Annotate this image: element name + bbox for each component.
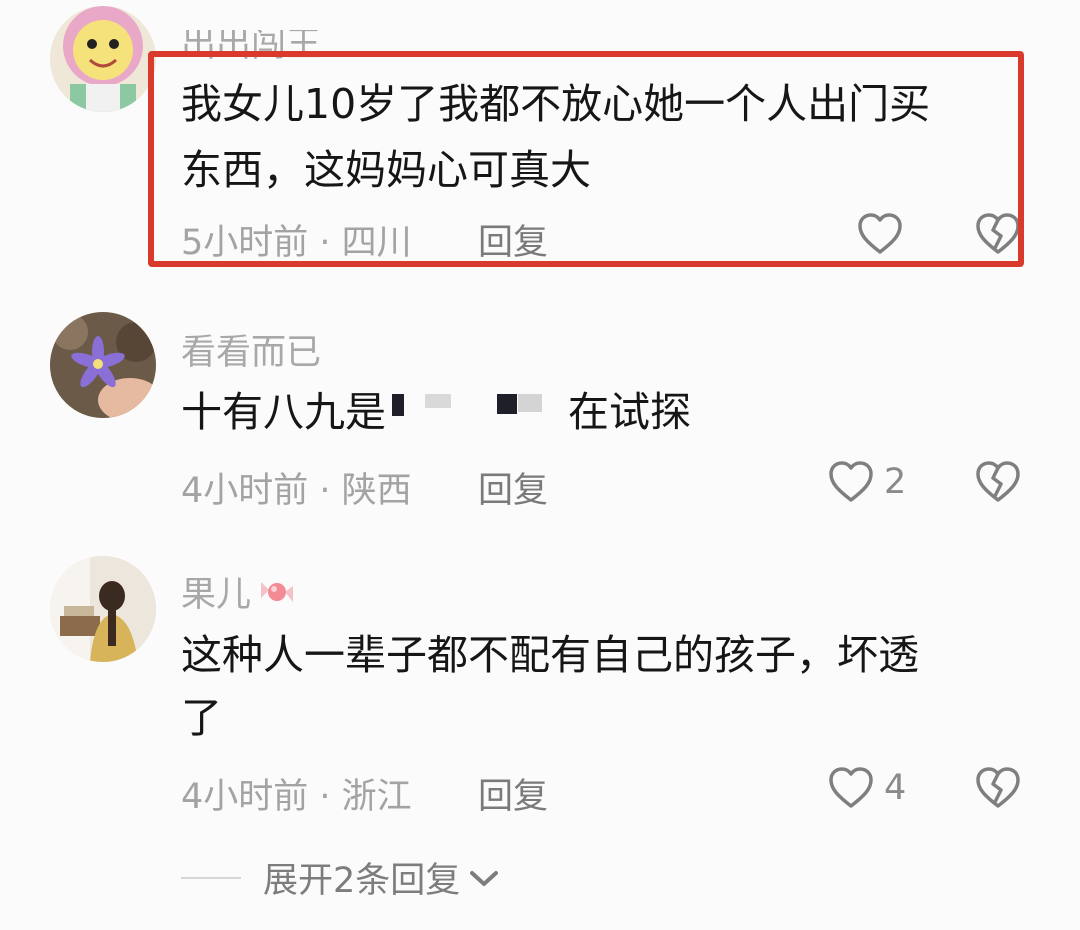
reply-button[interactable]: 回复 xyxy=(478,768,548,819)
redaction-mark xyxy=(518,394,542,412)
comment-item: 果儿 这种人一辈子都不配有自己的孩子，坏透 了 4小时前 · 浙江 回复 4 xyxy=(0,540,1080,840)
redaction-mark xyxy=(425,394,451,408)
highlight-box xyxy=(148,51,1024,267)
username-text: 果儿 xyxy=(181,575,252,615)
comment-item: 看看而已 十有八九是 在试探 4小时前 · 陕西 回复 2 xyxy=(0,290,1080,540)
dislike-button[interactable] xyxy=(975,460,1021,508)
comment-meta: 4小时前 · 浙江 xyxy=(181,777,412,817)
comment-meta: 4小时前 · 陕西 xyxy=(181,471,412,511)
heart-outline-icon xyxy=(829,767,873,808)
heart-outline-icon xyxy=(829,461,873,502)
like-button[interactable]: 4 xyxy=(828,766,906,810)
like-button[interactable]: 2 xyxy=(828,460,906,504)
avatar[interactable] xyxy=(50,556,156,662)
comment-text-line: 十有八九是 在试探 xyxy=(181,382,691,442)
comment-text-part: 十有八九是 xyxy=(181,388,386,436)
like-count: 2 xyxy=(884,462,907,502)
redaction-mark xyxy=(497,394,517,414)
broken-heart-icon xyxy=(976,461,1020,502)
comment-text-line: 这种人一辈子都不配有自己的孩子，坏透 xyxy=(181,631,919,679)
username[interactable]: 看看而已 xyxy=(181,324,321,375)
expand-replies-label: 展开2条回复 xyxy=(263,861,461,901)
comment-text-part: 在试探 xyxy=(568,388,691,436)
reply-button[interactable]: 回复 xyxy=(478,462,548,513)
dislike-button[interactable] xyxy=(975,766,1021,814)
redaction-mark xyxy=(392,394,404,416)
expand-replies-button[interactable]: 展开2条回复 xyxy=(181,852,502,903)
comment-text-line: 了 xyxy=(181,694,222,742)
divider xyxy=(181,876,241,879)
username[interactable]: 果儿 xyxy=(181,566,297,617)
like-count: 4 xyxy=(884,768,907,808)
candy-emoji-icon xyxy=(261,581,294,602)
chevron-down-icon xyxy=(470,870,499,886)
avatar[interactable] xyxy=(50,312,156,418)
avatar[interactable] xyxy=(50,6,156,112)
broken-heart-icon xyxy=(976,767,1020,808)
